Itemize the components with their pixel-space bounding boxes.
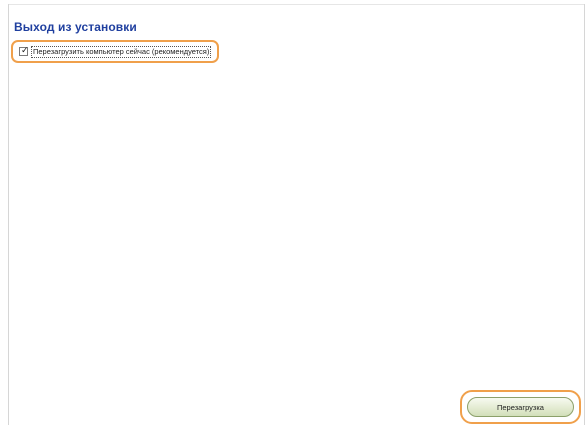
installer-window <box>0 4 586 425</box>
restart-button[interactable]: Перезагрузка <box>467 397 574 417</box>
window-top-border <box>8 4 585 5</box>
restart-button-highlight: Перезагрузка <box>460 390 581 424</box>
window-left-border <box>8 4 9 425</box>
restart-now-label[interactable]: Перезагрузить компьютер сейчас (рекоменд… <box>31 45 212 58</box>
checkmark-icon: ✓ <box>21 46 29 56</box>
restart-now-checkbox[interactable]: ✓ <box>19 46 29 56</box>
window-right-border <box>584 4 585 425</box>
restart-now-option[interactable]: ✓ Перезагрузить компьютер сейчас (рекоме… <box>11 40 220 63</box>
page-title: Выход из установки <box>14 20 137 34</box>
